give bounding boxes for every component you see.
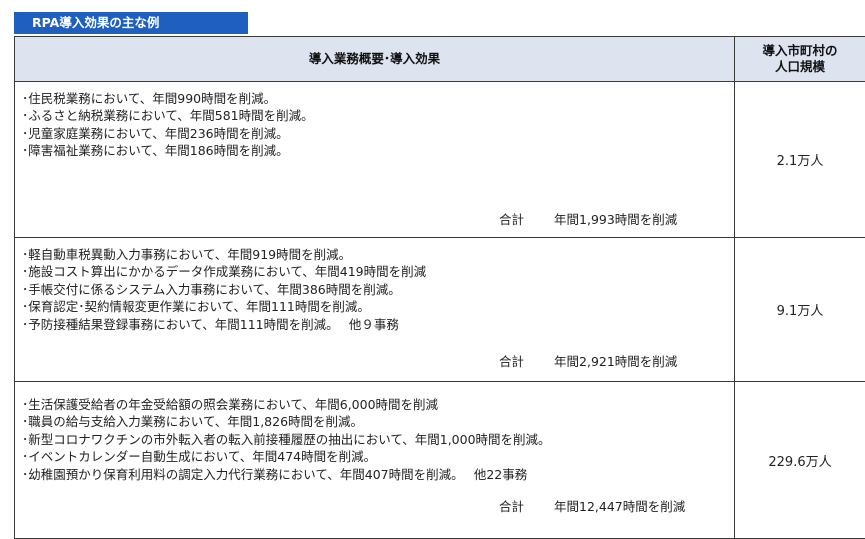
table-row: ･軽自動車税異動入力事務において、年間919時間を削減。 ･施設コスト算出にかか… bbox=[15, 238, 865, 382]
rpa-examples-figure: RPA導入効果の主な例 導入業務概要･導入効果 導入市町村の 人口規模 ･住民税… bbox=[0, 0, 865, 472]
total-label: 合計 bbox=[499, 499, 524, 514]
rpa-effects-table: 導入業務概要･導入効果 導入市町村の 人口規模 ･住民税業務において、年間990… bbox=[14, 36, 865, 539]
list-item: ･予防接種結果登録事務において、年間111時間を削減。 他９事務 bbox=[22, 316, 734, 333]
list-item: ･ふるさと納税業務において、年間581時間を削減。 bbox=[22, 107, 734, 124]
list-item: ･生活保護受給者の年金受給額の照会業務において、年間6,000時間を削減 bbox=[22, 396, 734, 413]
table-header-row: 導入業務概要･導入効果 導入市町村の 人口規模 bbox=[15, 37, 865, 82]
total-label: 合計 bbox=[499, 354, 524, 369]
list-item: ･手帳交付に係るシステム入力事務において、年間386時間を削減。 bbox=[22, 281, 734, 298]
list-item: ･軽自動車税異動入力事務において、年間919時間を削減。 bbox=[22, 246, 734, 263]
list-item: ･イベントカレンダー自動生成において、年間474時間を削減。 bbox=[22, 448, 734, 465]
row-items-cell: ･生活保護受給者の年金受給額の照会業務において、年間6,000時間を削減 ･職員… bbox=[15, 382, 735, 539]
population-cell: 9.1万人 bbox=[735, 238, 865, 382]
table-row: ･生活保護受給者の年金受給額の照会業務において、年間6,000時間を削減 ･職員… bbox=[15, 382, 865, 539]
list-item: ･住民税業務において、年間990時間を削減。 bbox=[22, 90, 734, 107]
header-population-line1: 導入市町村の bbox=[762, 43, 837, 58]
header-population-line2: 人口規模 bbox=[775, 59, 825, 74]
row-total: 合計 年間2,921時間を削減 bbox=[499, 353, 677, 370]
total-value: 年間2,921時間を削減 bbox=[554, 354, 677, 369]
row-total: 合計 年間12,447時間を削減 bbox=[499, 498, 685, 515]
list-item: ･幼稚園預かり保育利用料の調定入力代行業務において、年間407時間を削減。 他2… bbox=[22, 466, 734, 483]
list-item: ･障害福祉業務において、年間186時間を削減。 bbox=[22, 142, 734, 159]
list-item: ･新型コロナワクチンの市外転入者の転入前接種履歴の抽出において、年間1,000時… bbox=[22, 431, 734, 448]
list-item: ･児童家庭業務において、年間236時間を削減。 bbox=[22, 125, 734, 142]
row-items-cell: ･軽自動車税異動入力事務において、年間919時間を削減。 ･施設コスト算出にかか… bbox=[15, 238, 735, 382]
total-value: 年間12,447時間を削減 bbox=[554, 499, 685, 514]
population-cell: 229.6万人 bbox=[735, 382, 865, 539]
header-overview-effect: 導入業務概要･導入効果 bbox=[15, 37, 735, 82]
list-item: ･職員の給与支給入力業務において、年間1,826時間を削減。 bbox=[22, 413, 734, 430]
header-population: 導入市町村の 人口規模 bbox=[735, 37, 865, 82]
total-label: 合計 bbox=[499, 212, 524, 227]
list-item: ･保育認定･契約情報変更作業において、年間111時間を削減。 bbox=[22, 298, 734, 315]
total-value: 年間1,993時間を削減 bbox=[554, 212, 677, 227]
figure-title: RPA導入効果の主な例 bbox=[14, 12, 248, 34]
row-items-cell: ･住民税業務において、年間990時間を削減。 ･ふるさと納税業務において、年間5… bbox=[15, 82, 735, 238]
row-total: 合計 年間1,993時間を削減 bbox=[499, 211, 677, 228]
table-row: ･住民税業務において、年間990時間を削減。 ･ふるさと納税業務において、年間5… bbox=[15, 82, 865, 238]
population-cell: 2.1万人 bbox=[735, 82, 865, 238]
list-item: ･施設コスト算出にかかるデータ作成業務において、年間419時間を削減 bbox=[22, 263, 734, 280]
